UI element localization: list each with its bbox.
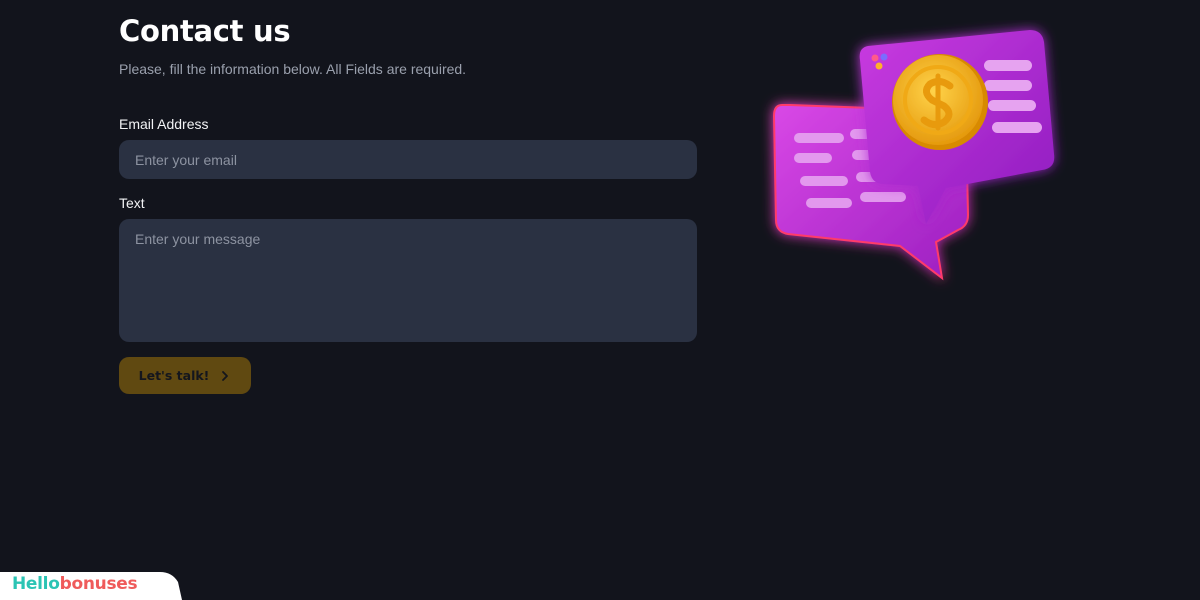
- page-title: Contact us: [119, 14, 291, 48]
- email-field-wrapper: [119, 140, 697, 179]
- message-field-wrapper: [119, 219, 697, 342]
- email-field[interactable]: [119, 140, 697, 179]
- page-subtitle: Please, fill the information below. All …: [119, 61, 467, 77]
- brand-part-bonuses: bonuses: [59, 574, 138, 594]
- brand-wordmark: Hellobonuses: [12, 574, 138, 594]
- brand-part-hell: Hell: [12, 574, 49, 594]
- lets-talk-button[interactable]: Let's talk!: [119, 357, 251, 394]
- brand-logo[interactable]: Hellobonuses: [0, 572, 182, 600]
- message-field[interactable]: [119, 219, 697, 342]
- email-label: Email Address: [119, 116, 209, 132]
- message-label: Text: [119, 195, 145, 211]
- lets-talk-button-label: Let's talk!: [138, 368, 210, 383]
- chat-bubbles-icon: [772, 30, 1055, 281]
- brand-part-o: o: [48, 574, 60, 594]
- contact-page: Contact us Please, fill the information …: [0, 0, 1200, 600]
- chat-coin-illustration: [760, 20, 1070, 295]
- chevron-right-icon: [219, 370, 231, 382]
